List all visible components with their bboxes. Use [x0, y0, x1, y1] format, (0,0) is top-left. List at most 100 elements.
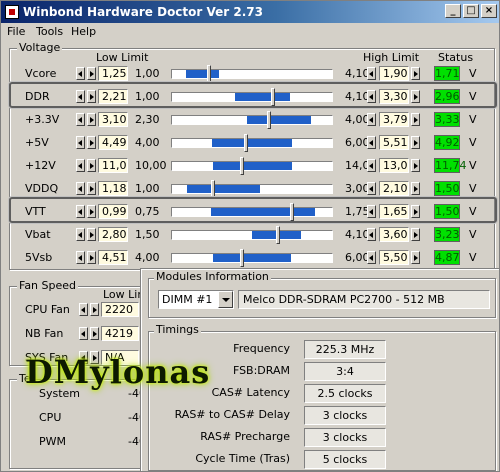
high-limit-input[interactable]: 13,02: [379, 158, 409, 173]
close-button[interactable]: ×: [481, 4, 497, 18]
fan-speed-legend: Fan Speed: [17, 279, 79, 292]
range-min-label: 10,00: [135, 159, 167, 172]
slider-thumb[interactable]: [266, 111, 271, 129]
timing-label: Cycle Time (Tras): [195, 452, 290, 465]
app-icon: [5, 5, 19, 19]
low-decrement-button[interactable]: [76, 159, 85, 172]
low-increment-button[interactable]: [87, 251, 96, 264]
low-decrement-button[interactable]: [76, 251, 85, 264]
high-decrement-button[interactable]: [367, 182, 376, 195]
timings-legend: Timings: [154, 323, 201, 336]
high-increment-button[interactable]: [411, 67, 420, 80]
slider-thumb[interactable]: [207, 65, 212, 83]
dimm-select[interactable]: DIMM #1: [158, 290, 234, 309]
timing-value: 2.5 clocks: [304, 384, 386, 403]
high-increment-button[interactable]: [411, 159, 420, 172]
fan-increment-button[interactable]: [90, 327, 99, 340]
voltage-status: 4,92: [434, 135, 460, 150]
high-decrement-button[interactable]: [367, 136, 376, 149]
low-limit-input[interactable]: 4,51: [98, 250, 128, 265]
high-decrement-button[interactable]: [367, 67, 376, 80]
high-increment-button[interactable]: [411, 113, 420, 126]
low-limit-header: Low Limit: [96, 51, 149, 64]
timing-value: 3 clocks: [304, 406, 386, 425]
low-decrement-button[interactable]: [76, 228, 85, 241]
temperature-label: CPU: [39, 411, 62, 424]
range-fill: [212, 162, 293, 170]
slider-thumb[interactable]: [239, 249, 244, 267]
slider-thumb[interactable]: [243, 134, 248, 152]
fan-low-limit-input[interactable]: 2220: [101, 302, 139, 317]
range-min-label: 4,00: [135, 251, 160, 264]
high-limit-input[interactable]: 2,10: [379, 181, 409, 196]
high-limit-input[interactable]: 1,90: [379, 66, 409, 81]
range-max-label: 3,00: [345, 182, 370, 195]
low-increment-button[interactable]: [87, 113, 96, 126]
title-bar: Winbond Hardware Doctor Ver 2.73 _ □ ×: [1, 1, 499, 23]
low-limit-input[interactable]: 1,18: [98, 181, 128, 196]
high-increment-button[interactable]: [411, 251, 420, 264]
range-min-label: 1,00: [135, 182, 160, 195]
low-limit-input[interactable]: 11,01: [98, 158, 128, 173]
timing-value: 5 clocks: [304, 450, 386, 469]
high-decrement-button[interactable]: [367, 113, 376, 126]
maximize-button[interactable]: □: [463, 4, 479, 18]
high-limit-input[interactable]: 3,79: [379, 112, 409, 127]
high-limit-input[interactable]: 3,60: [379, 227, 409, 242]
high-limit-input[interactable]: 5,51: [379, 135, 409, 150]
fan-decrement-button[interactable]: [79, 327, 88, 340]
voltage-legend: Voltage: [17, 41, 63, 54]
status-header: Status: [438, 51, 474, 64]
voltage-status: 11,74: [434, 158, 467, 173]
high-increment-button[interactable]: [411, 228, 420, 241]
voltage-label: Vcore: [25, 67, 57, 80]
low-limit-input[interactable]: 1,25: [98, 66, 128, 81]
voltage-label: VDDQ: [25, 182, 59, 195]
ddr-highlight: [9, 82, 497, 108]
menu-file[interactable]: File: [7, 25, 25, 38]
high-decrement-button[interactable]: [367, 159, 376, 172]
low-limit-input[interactable]: 2,80: [98, 227, 128, 242]
low-limit-input[interactable]: 4,49: [98, 135, 128, 150]
low-limit-input[interactable]: 3,10: [98, 112, 128, 127]
low-increment-button[interactable]: [87, 182, 96, 195]
range-min-label: 1,50: [135, 228, 160, 241]
menu-tools[interactable]: Tools: [36, 25, 63, 38]
voltage-status: 3,33: [434, 112, 460, 127]
low-increment-button[interactable]: [87, 228, 96, 241]
menu-help[interactable]: Help: [71, 25, 96, 38]
unit-label: V: [469, 182, 477, 195]
high-increment-button[interactable]: [411, 136, 420, 149]
vtt-highlight: [9, 197, 497, 223]
timing-label: RAS# to CAS# Delay: [174, 408, 290, 421]
chevron-down-icon[interactable]: [218, 291, 233, 308]
low-decrement-button[interactable]: [76, 136, 85, 149]
range-min-label: 4,00: [135, 136, 160, 149]
low-increment-button[interactable]: [87, 136, 96, 149]
voltage-status: 1,50: [434, 181, 460, 196]
low-increment-button[interactable]: [87, 67, 96, 80]
module-description: Melco DDR-SDRAM PC2700 - 512 MB: [238, 290, 490, 309]
high-increment-button[interactable]: [411, 182, 420, 195]
low-decrement-button[interactable]: [76, 67, 85, 80]
slider-thumb[interactable]: [210, 180, 215, 198]
high-limit-header: High Limit: [363, 51, 420, 64]
app-window: Winbond Hardware Doctor Ver 2.73 _ □ × F…: [0, 0, 500, 472]
fan-decrement-button[interactable]: [79, 303, 88, 316]
high-decrement-button[interactable]: [367, 251, 376, 264]
slider-thumb[interactable]: [239, 157, 244, 175]
low-increment-button[interactable]: [87, 159, 96, 172]
voltage-status: 3,23: [434, 227, 460, 242]
range-fill: [247, 116, 312, 124]
voltage-status: 1,71: [434, 66, 460, 81]
slider-thumb[interactable]: [276, 226, 281, 244]
high-decrement-button[interactable]: [367, 228, 376, 241]
fan-increment-button[interactable]: [90, 303, 99, 316]
unit-label: V: [469, 159, 477, 172]
low-decrement-button[interactable]: [76, 182, 85, 195]
low-decrement-button[interactable]: [76, 113, 85, 126]
fan-low-limit-input[interactable]: 4219: [101, 326, 139, 341]
minimize-button[interactable]: _: [445, 4, 461, 18]
high-limit-input[interactable]: 5,50: [379, 250, 409, 265]
voltage-status: 4,87: [434, 250, 460, 265]
